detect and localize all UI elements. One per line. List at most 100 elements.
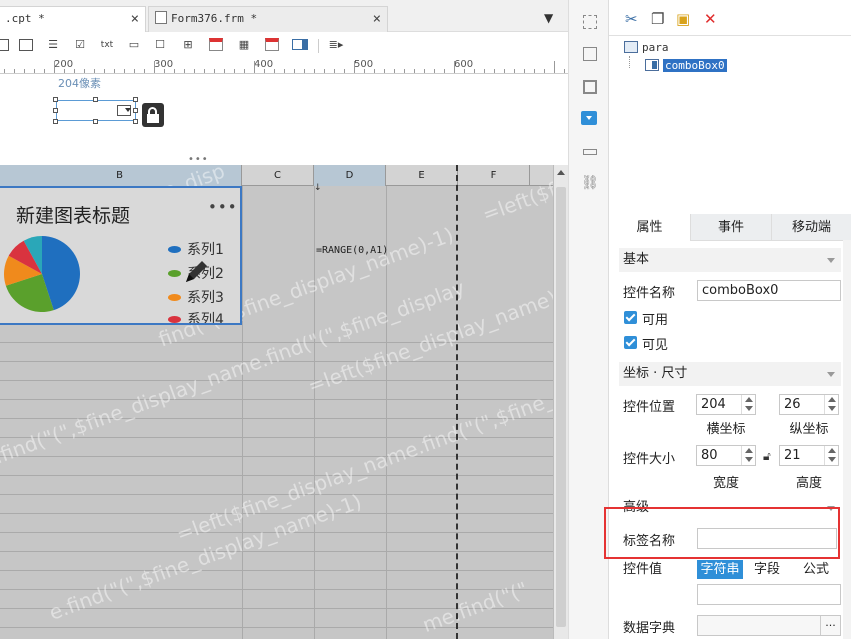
table-tree-icon[interactable]: ▦: [236, 37, 252, 53]
legend-item: 系列4: [168, 309, 224, 323]
tree-node-para[interactable]: para: [624, 41, 669, 54]
edit-pen-icon[interactable]: [178, 254, 214, 290]
ruler-tick: [304, 69, 305, 73]
column-header-c[interactable]: C: [242, 165, 314, 186]
tab-events[interactable]: 事件: [690, 214, 771, 241]
combobox-node-icon: [645, 59, 659, 71]
collapse-icon: [827, 258, 835, 263]
stepper-value: 26: [784, 397, 801, 412]
tab-list-menu-icon[interactable]: ▼: [544, 11, 553, 25]
visible-checkbox[interactable]: [624, 336, 637, 349]
scroll-up-icon[interactable]: [557, 170, 565, 175]
section-basic[interactable]: 基本: [619, 248, 841, 272]
resize-handle[interactable]: [93, 119, 98, 124]
ruler-tick: [294, 69, 295, 73]
ruler-tick: [564, 69, 565, 73]
value-mode-formula[interactable]: 公式: [791, 560, 841, 579]
close-icon[interactable]: ×: [131, 7, 139, 31]
value-mode-string[interactable]: 字符串: [697, 560, 743, 579]
data-dictionary-field[interactable]: ···: [697, 615, 841, 636]
resize-handle[interactable]: [53, 108, 58, 113]
resize-handle[interactable]: [133, 119, 138, 124]
ruler-tick: [514, 69, 515, 73]
cut-icon[interactable]: ✂: [625, 10, 638, 28]
splitter-handle[interactable]: •••: [188, 154, 209, 165]
form-design-area[interactable]: 204像素: [0, 75, 568, 155]
tab-properties[interactable]: 属性: [609, 214, 690, 241]
date-widget-icon[interactable]: [208, 37, 224, 53]
ruler-tick: [134, 69, 135, 73]
position-label: 控件位置: [623, 400, 676, 415]
label-widget-icon[interactable]: [0, 37, 10, 53]
paste-icon[interactable]: ▣: [676, 10, 690, 28]
stepper-value: 80: [701, 448, 718, 463]
ruler-tick: [84, 69, 85, 73]
aspect-lock-icon[interactable]: 🔓︎: [763, 449, 771, 464]
toolbar-widget-icon[interactable]: [581, 143, 599, 161]
stepper-arrows-icon[interactable]: [824, 446, 838, 465]
widget-library-icon[interactable]: [581, 13, 599, 31]
more-icon[interactable]: •••: [208, 198, 238, 216]
resize-handle[interactable]: [133, 108, 138, 113]
text-area-icon[interactable]: [18, 37, 34, 53]
height-stepper[interactable]: 21: [779, 445, 839, 466]
widget-value-field[interactable]: [697, 584, 841, 605]
x-position-stepper[interactable]: 204: [696, 394, 756, 415]
resize-handle[interactable]: [133, 97, 138, 102]
ruler-tick: [384, 69, 385, 73]
legend-item: 系列3: [168, 287, 224, 307]
cell-formula[interactable]: =RANGE(0,A1): [316, 244, 388, 257]
value-mode-field[interactable]: 字段: [745, 560, 789, 579]
resize-handle[interactable]: [53, 119, 58, 124]
section-coordinates[interactable]: 坐标 · 尺寸: [619, 362, 841, 386]
tree-widget-icon[interactable]: ⊞: [180, 37, 196, 53]
chart-cell[interactable]: 新建图表标题 ••• 系列1 系列2 系列3 系列4: [0, 186, 242, 325]
widget-name-field[interactable]: comboBox0: [697, 280, 841, 301]
date-range-icon[interactable]: [264, 37, 280, 53]
scroll-thumb[interactable]: [556, 187, 566, 627]
link-icon[interactable]: ⛓: [581, 175, 599, 193]
watermark-text: me.find("(": [419, 576, 531, 638]
section-title: 坐标 · 尺寸: [623, 366, 688, 381]
stepper-arrows-icon[interactable]: [824, 395, 838, 414]
column-header-e[interactable]: E: [386, 165, 458, 186]
dictionary-browse-button[interactable]: ···: [820, 616, 840, 635]
ruler-tick: [144, 69, 145, 73]
height-label: 高度: [795, 476, 822, 491]
unlock-icon[interactable]: [142, 103, 164, 127]
tab-mobile[interactable]: 移动端: [771, 214, 851, 241]
more-widgets-icon[interactable]: ≣▸: [328, 37, 344, 53]
row-gridline: [0, 475, 553, 476]
tree-node-combobox0[interactable]: comboBox0: [645, 59, 727, 72]
delete-icon[interactable]: ✕: [704, 10, 717, 28]
y-position-stepper[interactable]: 26: [779, 394, 839, 415]
report-grid[interactable]: B C D E F =left($fine_disp=left($finefin…: [0, 165, 568, 639]
button-widget-icon[interactable]: ▭: [126, 37, 142, 53]
panel-scrollbar[interactable]: [843, 240, 851, 639]
close-icon[interactable]: ×: [373, 7, 381, 31]
combobox-rail-icon[interactable]: [574, 106, 604, 130]
stepper-arrows-icon[interactable]: [741, 446, 755, 465]
copy-icon[interactable]: ❐: [651, 10, 664, 28]
tab-cpt[interactable]: .cpt * ×: [0, 6, 146, 32]
stepper-arrows-icon[interactable]: [741, 395, 755, 414]
resize-handle[interactable]: [93, 97, 98, 102]
column-header-f[interactable]: F: [458, 165, 530, 186]
text-field-icon[interactable]: txt: [99, 37, 115, 53]
column-header-d[interactable]: D: [314, 165, 386, 186]
width-stepper[interactable]: 80: [696, 445, 756, 466]
radio-group-icon[interactable]: ☰: [45, 37, 61, 53]
resize-handle[interactable]: [53, 97, 58, 102]
tree-connector: [629, 56, 630, 68]
combobox-widget[interactable]: [56, 100, 136, 121]
stepper-value: 21: [784, 448, 801, 463]
enabled-checkbox[interactable]: [624, 311, 637, 324]
tab-form376[interactable]: Form376.frm * ×: [148, 6, 388, 32]
vertical-scrollbar[interactable]: [553, 165, 568, 639]
checkbox-group-icon[interactable]: ☑: [72, 37, 88, 53]
combobox-widget-icon[interactable]: [292, 37, 308, 53]
layout-icon[interactable]: [581, 78, 599, 96]
ruler-tick: [234, 69, 235, 73]
checkbox-icon[interactable]: ☐: [152, 37, 168, 53]
component-icon[interactable]: [581, 45, 599, 63]
